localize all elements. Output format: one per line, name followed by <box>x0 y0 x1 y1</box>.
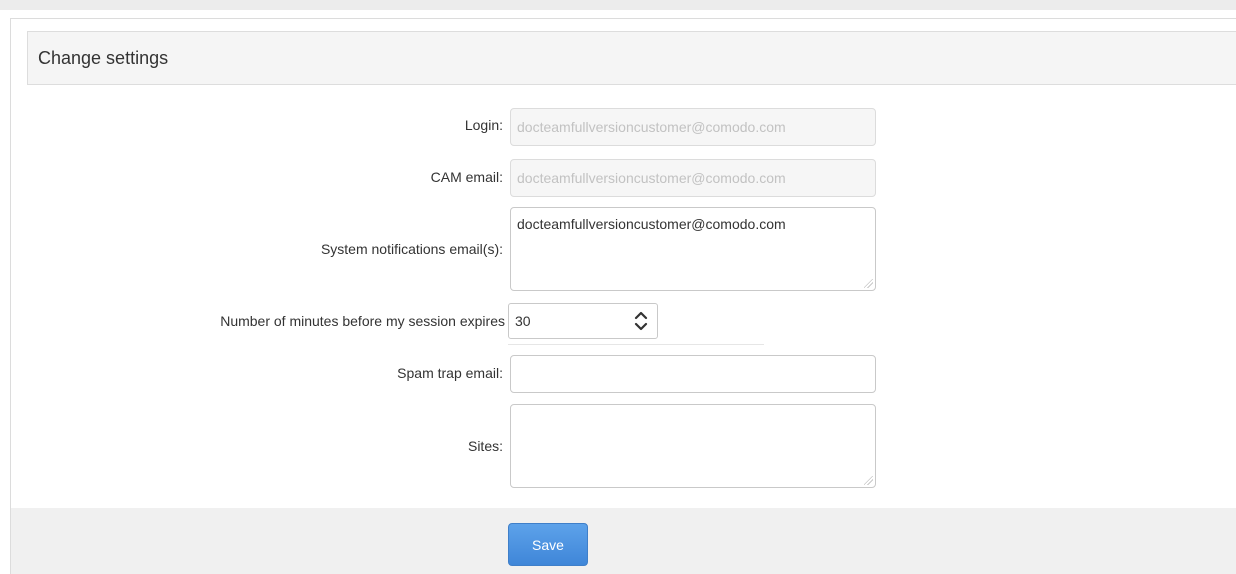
stepper-divider <box>508 344 764 345</box>
login-label: Login: <box>464 117 503 133</box>
resize-grip-icon[interactable] <box>864 279 873 288</box>
sites-textarea[interactable] <box>510 404 876 488</box>
page-title: Change settings <box>38 47 169 68</box>
save-button[interactable]: Save <box>508 523 588 566</box>
top-strip <box>0 0 1236 10</box>
panel-header: Change settings <box>27 31 1236 85</box>
cam-email-field[interactable]: docteamfullversioncustomer@comodo.com <box>510 159 876 197</box>
form-footer <box>11 508 1236 574</box>
system-notifications-label: System notifications email(s): <box>320 241 503 257</box>
updown-chevron-icon[interactable] <box>631 306 651 336</box>
login-field[interactable]: docteamfullversioncustomer@comodo.com <box>510 108 876 146</box>
settings-panel: Change settings <box>10 18 1236 574</box>
resize-grip-icon[interactable] <box>864 476 873 485</box>
cam-email-label: CAM email: <box>430 169 503 185</box>
system-notifications-textarea[interactable]: docteamfullversioncustomer@comodo.com <box>510 207 876 291</box>
session-minutes-stepper[interactable]: 30 <box>508 303 658 339</box>
session-minutes-value: 30 <box>515 313 531 329</box>
sites-label: Sites: <box>467 438 503 454</box>
login-value: docteamfullversioncustomer@comodo.com <box>517 119 786 135</box>
session-minutes-label: Number of minutes before my session expi… <box>220 313 505 329</box>
spam-trap-label: Spam trap email: <box>397 365 503 381</box>
system-notifications-value: docteamfullversioncustomer@comodo.com <box>517 216 786 232</box>
cam-email-value: docteamfullversioncustomer@comodo.com <box>517 170 786 186</box>
spam-trap-field[interactable] <box>510 355 876 393</box>
